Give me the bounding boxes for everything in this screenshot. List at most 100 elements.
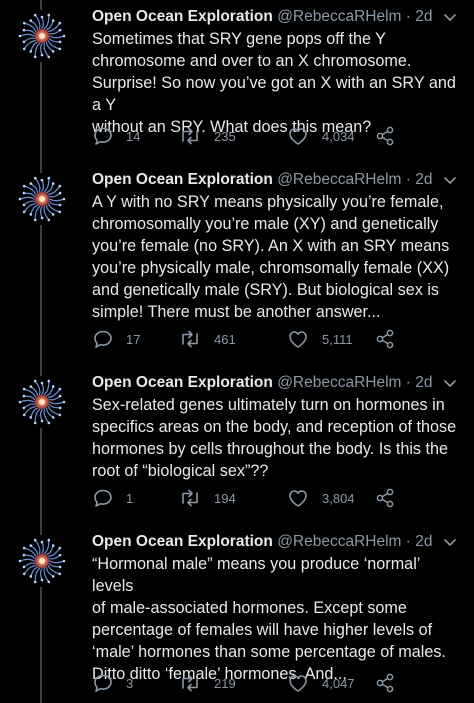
tweet-actions: 14 235 4,034	[92, 125, 412, 147]
author-handle[interactable]: @RebeccaRHelm	[277, 533, 401, 550]
retweet-button[interactable]: 235	[178, 125, 236, 147]
chevron-down-icon[interactable]	[440, 532, 460, 552]
author-name[interactable]: Open Ocean Exploration	[92, 533, 273, 550]
jellyfish-tentacle-tip	[40, 53, 44, 57]
author-handle[interactable]: @RebeccaRHelm	[277, 171, 401, 188]
reply-icon	[94, 330, 112, 348]
jellyfish-tentacle-tip	[62, 400, 66, 404]
separator-dot: ·	[405, 8, 411, 25]
retweet-count: 461	[214, 331, 236, 347]
retweet-button[interactable]: 194	[178, 487, 236, 509]
retweet-button[interactable]: 219	[178, 672, 236, 694]
jellyfish-tentacle-tip	[33, 538, 37, 542]
jellyfish-tentacle-tip	[40, 178, 44, 182]
jellyfish-tentacle-tip	[58, 572, 62, 576]
jellyfish-tentacle-tip	[47, 379, 51, 383]
share-button[interactable]	[374, 328, 408, 350]
jellyfish-tentacle-tip	[18, 197, 22, 201]
jellyfish-tentacle-tip	[29, 575, 33, 578]
jellyfish-tentacle-tip	[33, 176, 37, 180]
separator-dot: ·	[405, 171, 411, 188]
retweet-count: 219	[214, 675, 236, 691]
tweet-header: Open Ocean Exploration @RebeccaRHelm · 2…	[92, 531, 460, 553]
jellyfish-tentacle-tip	[51, 544, 55, 547]
tweet-time[interactable]: 2d	[415, 171, 432, 188]
reply-count: 3	[126, 675, 134, 691]
jellyfish-tentacle-tip	[58, 553, 62, 557]
jellyfish-tentacle-tip	[40, 419, 44, 423]
chevron-down-icon[interactable]	[440, 373, 460, 393]
jellyfish-tentacle-tip	[22, 47, 26, 51]
tweet-text: Sex-related genes ultimately turn on hor…	[92, 396, 457, 480]
chevron-down-icon[interactable]	[440, 7, 460, 27]
jellyfish-avatar-icon	[16, 376, 68, 428]
jellyfish-tentacle-tip	[58, 210, 62, 214]
like-count: 3,804	[322, 490, 355, 506]
jellyfish-tentacle-tip	[58, 565, 62, 569]
reply-button[interactable]: 1	[92, 487, 133, 509]
jellyfish-tentacle-tip	[58, 191, 62, 195]
heart-icon	[289, 675, 307, 692]
tweet-text: Sometimes that SRY gene pops off the Y c…	[92, 30, 456, 136]
thread-line	[40, 0, 42, 703]
share-button[interactable]	[374, 487, 408, 509]
jellyfish-tentacle-tip	[58, 387, 62, 391]
author-handle[interactable]: @RebeccaRHelm	[277, 374, 401, 391]
reply-count: 1	[126, 490, 134, 506]
jellyfish-tentacle-tip	[29, 19, 33, 22]
jellyfish-tentacle-tip	[22, 40, 26, 44]
like-button[interactable]: 5,111	[286, 328, 353, 350]
jellyfish-tentacle-tip	[22, 184, 26, 188]
jellyfish-tentacle-tip	[18, 400, 22, 404]
jellyfish-tentacle-tip	[58, 394, 62, 398]
share-button[interactable]	[374, 125, 408, 147]
jellyfish-tentacle-tip	[18, 559, 22, 563]
jellyfish-tentacle-tip	[51, 19, 55, 22]
author-name[interactable]: Open Ocean Exploration	[92, 374, 273, 391]
avatar[interactable]	[16, 10, 68, 62]
jellyfish-tentacle-tip	[29, 213, 33, 216]
retweet-count: 235	[214, 128, 236, 144]
reply-button[interactable]: 3	[92, 672, 133, 694]
retweet-button[interactable]: 461	[178, 328, 236, 350]
tweet-body: Open Ocean Exploration @RebeccaRHelm · 2…	[92, 6, 460, 138]
jellyfish-tentacle-tip	[58, 406, 62, 410]
avatar[interactable]	[16, 535, 68, 587]
tweet-text: A Y with no SRY means physically you’re …	[92, 193, 450, 321]
like-button[interactable]: 4,047	[286, 672, 355, 694]
chevron-down-icon[interactable]	[440, 170, 460, 190]
tweet-actions: 17 461 5,111	[92, 328, 412, 350]
jellyfish-tentacle-tip	[51, 385, 55, 388]
retweet-icon	[182, 489, 198, 507]
jellyfish-tentacle-tip	[22, 572, 26, 576]
avatar[interactable]	[16, 173, 68, 225]
avatar[interactable]	[16, 376, 68, 428]
jellyfish-tentacle-tip	[29, 416, 33, 419]
tweet-time[interactable]: 2d	[415, 374, 432, 391]
heart-icon	[289, 490, 307, 507]
reply-button[interactable]: 17	[92, 328, 140, 350]
jellyfish-tentacle-tip	[51, 182, 55, 185]
jellyfish-tentacle-tip	[40, 381, 44, 385]
author-name[interactable]: Open Ocean Exploration	[92, 171, 273, 188]
retweet-icon	[182, 330, 198, 348]
reply-button[interactable]: 14	[92, 125, 140, 147]
jellyfish-avatar-icon	[16, 173, 68, 225]
like-button[interactable]: 4,034	[286, 125, 355, 147]
jellyfish-avatar-icon	[16, 535, 68, 587]
jellyfish-tentacle-tip	[33, 55, 37, 59]
retweet-icon	[182, 127, 198, 145]
jellyfish-avatar-icon	[16, 10, 68, 62]
like-button[interactable]: 3,804	[286, 487, 355, 509]
jellyfish-tentacle-tip	[22, 565, 26, 569]
jellyfish-tentacle-tip	[58, 28, 62, 32]
jellyfish-tentacle-tip	[47, 538, 51, 542]
jellyfish-tentacle-tip	[29, 182, 33, 185]
share-button[interactable]	[374, 672, 408, 694]
tweet-time[interactable]: 2d	[415, 533, 432, 550]
jellyfish-tentacle-tip	[22, 203, 26, 207]
author-name[interactable]: Open Ocean Exploration	[92, 8, 273, 25]
author-handle[interactable]: @RebeccaRHelm	[277, 8, 401, 25]
jellyfish-tentacle-tip	[22, 387, 26, 391]
tweet-time[interactable]: 2d	[415, 8, 432, 25]
